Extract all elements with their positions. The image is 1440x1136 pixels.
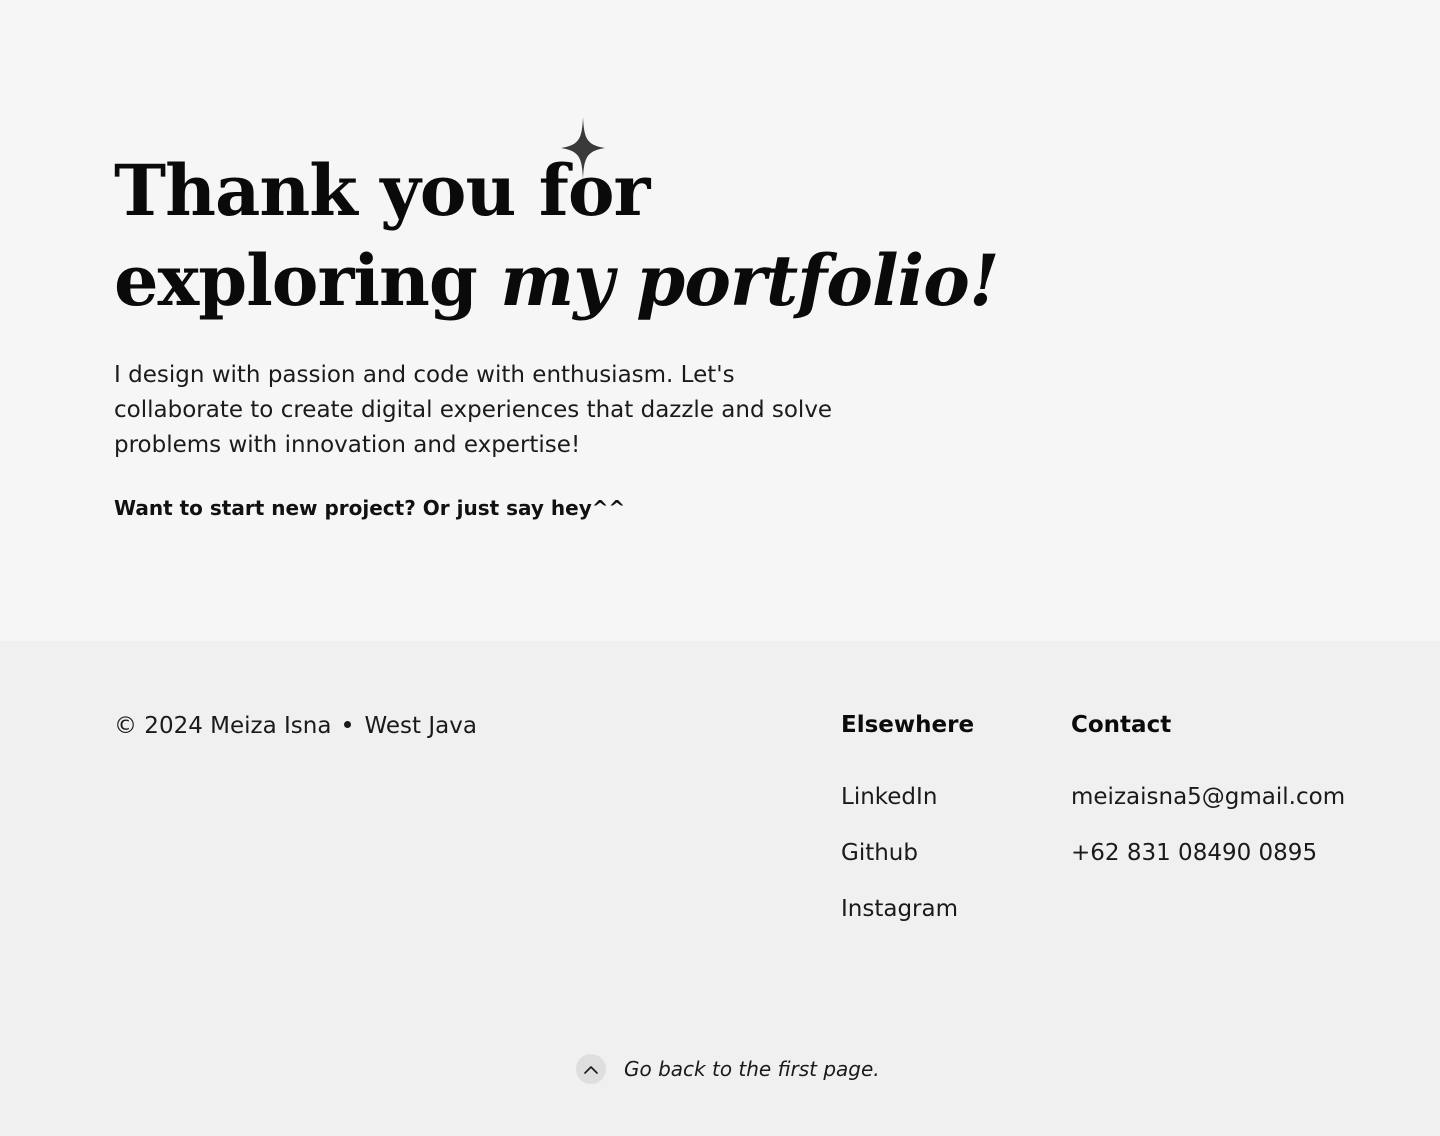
intro-paragraph: I design with passion and code with enth… [114, 362, 833, 458]
github-link[interactable]: Github [841, 837, 974, 893]
headline-line-2-plain: exploring [114, 239, 501, 322]
copyright-line: © 2024 Meiza Isna West Java [114, 711, 477, 741]
elsewhere-column: Elsewhere LinkedIn Github Instagram [841, 709, 974, 949]
phone-link[interactable]: +62 831 08490 0895 [1071, 837, 1345, 893]
elsewhere-heading: Elsewhere [841, 712, 975, 738]
contact-heading: Contact [1071, 712, 1172, 738]
headline-line-2-italic: my portfolio! [500, 239, 999, 322]
footer: © 2024 Meiza Isna West Java Elsewhere Lin… [0, 641, 1440, 1136]
contact-column: Contact meizaisna5@gmail.com +62 831 084… [1071, 709, 1345, 893]
back-to-top-label: Go back to the first page. [624, 1057, 880, 1081]
separator-dot-icon [344, 721, 352, 728]
page-title: Thank you for exploring my portfolio! [114, 146, 1000, 326]
copyright-text: © 2024 Meiza Isna [114, 713, 332, 739]
linkedin-link[interactable]: LinkedIn [841, 781, 974, 837]
chevron-up-icon[interactable] [576, 1054, 606, 1084]
back-to-top-button[interactable]: Go back to the first page. [576, 1054, 880, 1084]
email-link[interactable]: meizaisna5@gmail.com [1071, 781, 1345, 837]
cta-text: Want to start new project? Or just say h… [114, 496, 626, 520]
instagram-link[interactable]: Instagram [841, 893, 974, 949]
four-point-star-icon [561, 117, 605, 179]
hero-section: Thank you for exploring my portfolio! I d… [0, 0, 1440, 641]
location-text: West Java [364, 713, 477, 739]
